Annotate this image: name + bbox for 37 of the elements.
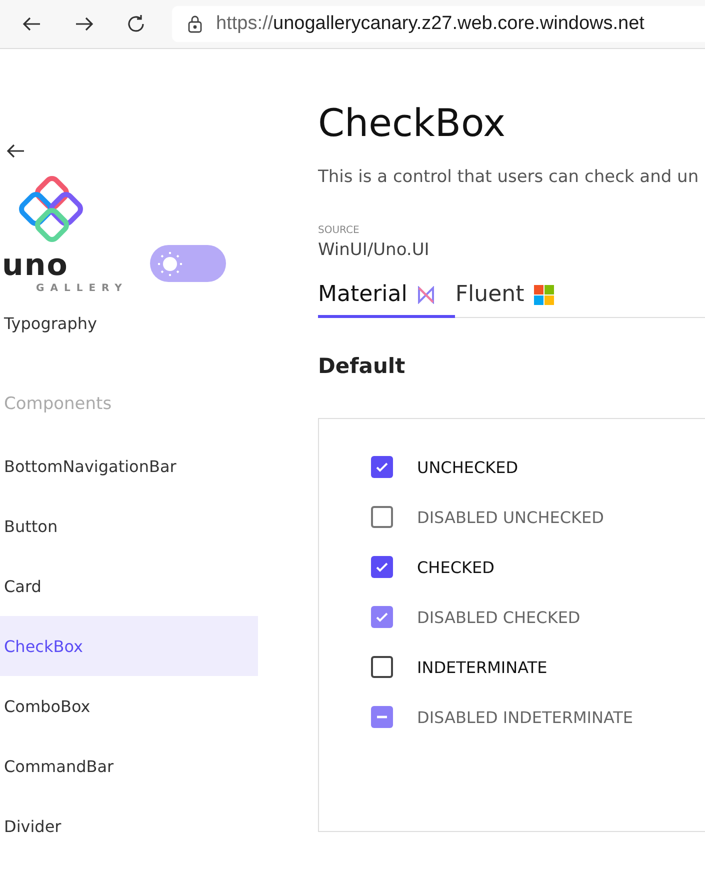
source-label: SOURCE xyxy=(318,225,360,236)
windows-logo-icon xyxy=(534,284,554,304)
checkmark-icon xyxy=(375,460,389,474)
material-logo-icon xyxy=(417,286,436,304)
checkbox[interactable] xyxy=(371,456,393,478)
checkbox-label: CHECKED xyxy=(417,558,494,576)
checkbox[interactable] xyxy=(371,556,393,578)
sidebar-item[interactable]: Divider xyxy=(0,796,258,856)
sidebar-item[interactable]: Typography xyxy=(4,316,97,332)
checkbox-label: UNCHECKED xyxy=(417,458,518,476)
source-value: WinUI/Uno.UI xyxy=(318,240,430,260)
checkbox-label: DISABLED CHECKED xyxy=(417,608,580,626)
page-title: CheckBox xyxy=(318,100,507,147)
url-text: https://unogallerycanary.z27.web.core.windows.net xyxy=(216,13,644,35)
sidebar-item[interactable]: Button xyxy=(0,496,258,556)
logo-wordmark: uno xyxy=(2,249,68,283)
sun-icon xyxy=(158,252,182,276)
sidebar-item[interactable]: CommandBar xyxy=(0,736,258,796)
checkbox-label: INDETERMINATE xyxy=(417,658,548,676)
section-header: Components xyxy=(4,394,112,414)
section-title: Default xyxy=(318,354,406,378)
page-description: This is a control that users can check and un xyxy=(318,167,700,187)
sidebar-item[interactable]: CheckBox xyxy=(0,616,258,676)
tab[interactable]: Material xyxy=(318,282,456,318)
lock-icon xyxy=(188,15,202,33)
checkbox-label: DISABLED UNCHECKED xyxy=(417,508,604,526)
sidebar-item[interactable]: BottomNavigationBar xyxy=(0,436,258,496)
checkbox[interactable] xyxy=(371,656,393,678)
checkmark-icon xyxy=(375,560,389,574)
checkmark-icon xyxy=(375,610,389,624)
logo-subtitle: GALLERY xyxy=(36,283,128,294)
theme-toggle[interactable] xyxy=(150,245,226,282)
sidebar-item[interactable]: Card xyxy=(0,556,258,616)
address-bar[interactable]: https://unogallerycanary.z27.web.core.windows.net xyxy=(172,6,705,42)
checkbox-label: DISABLED INDETERMINATE xyxy=(417,708,634,726)
sidebar-item[interactable]: ComboBox xyxy=(0,676,258,736)
tab[interactable]: Fluent xyxy=(455,282,574,318)
